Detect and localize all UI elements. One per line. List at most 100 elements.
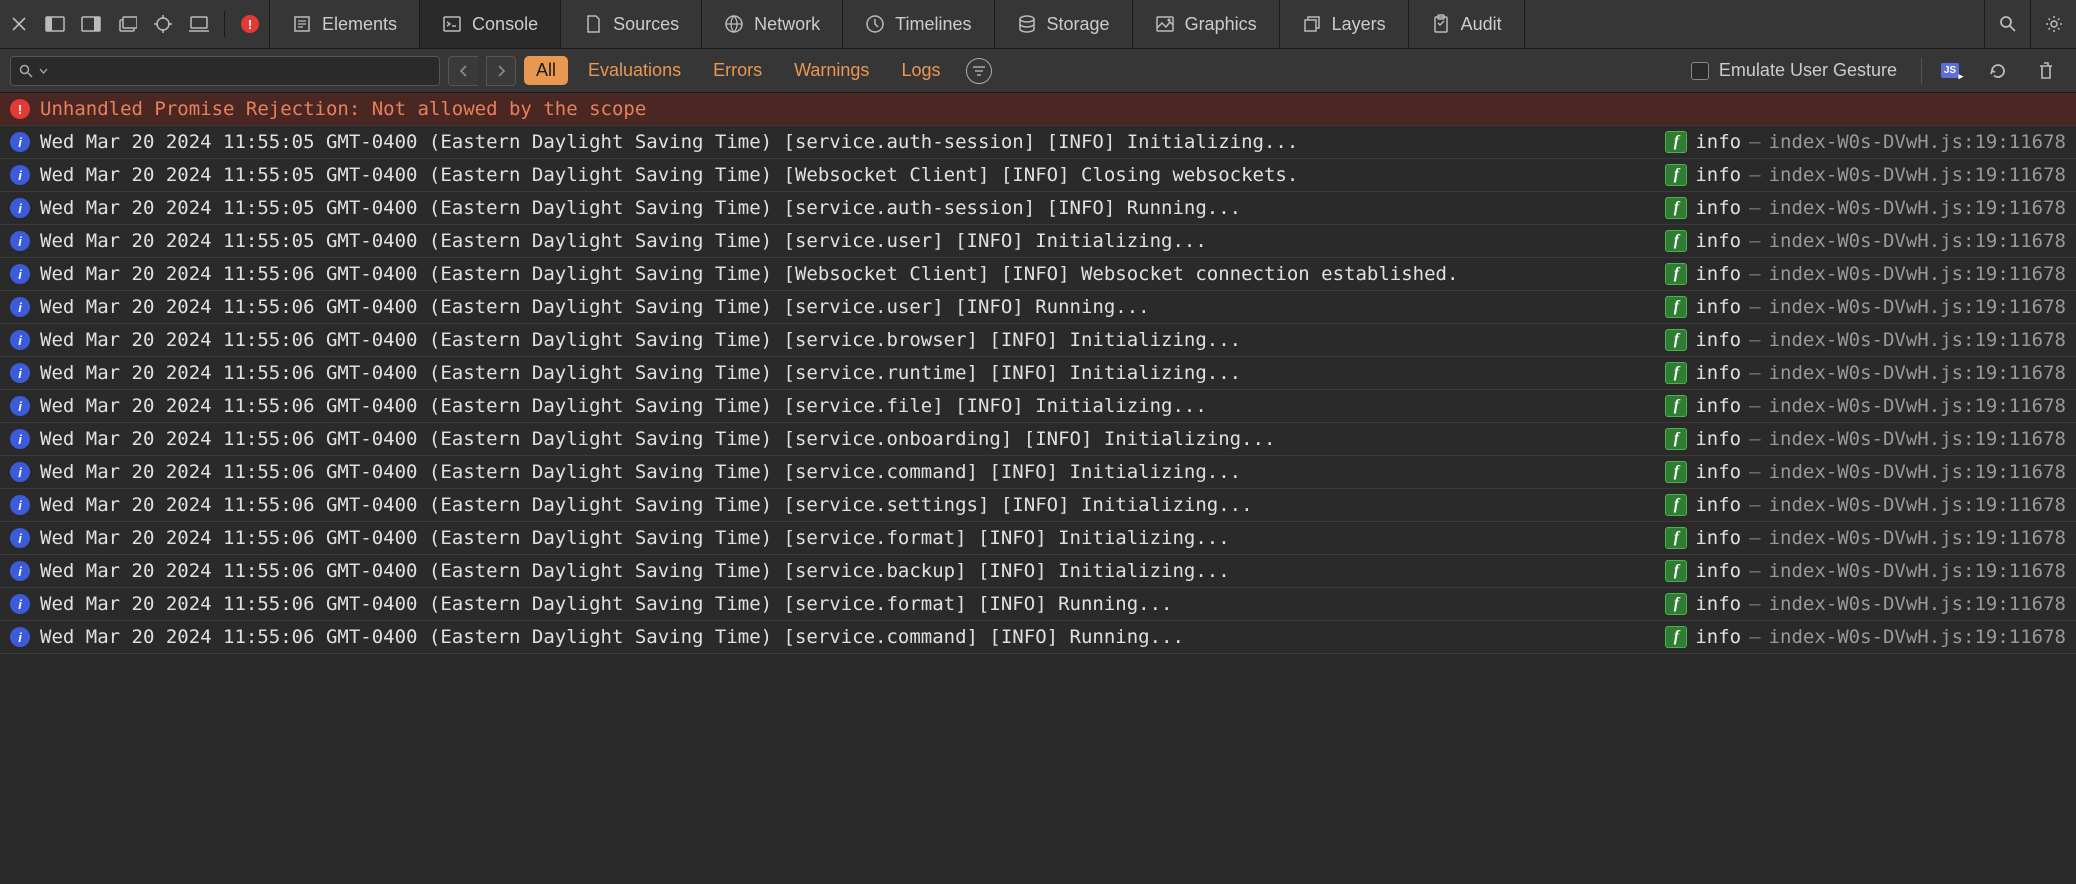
console-log-row[interactable]: iWed Mar 20 2024 11:55:06 GMT-0400 (East…: [0, 456, 2076, 489]
console-log-row[interactable]: iWed Mar 20 2024 11:55:06 GMT-0400 (East…: [0, 324, 2076, 357]
graphics-icon: [1155, 14, 1175, 34]
tab-timelines[interactable]: Timelines: [843, 0, 994, 48]
console-log-row[interactable]: i Wed Mar 20 2024 11:55:05 GMT-0400 (East…: [0, 126, 2076, 159]
emulate-user-gesture-toggle[interactable]: Emulate User Gesture: [1691, 60, 1897, 81]
function-badge-icon: f: [1665, 395, 1687, 417]
log-source-link[interactable]: index-W0s-DVwH.js:19:11678: [1769, 494, 2066, 516]
filter-search-input[interactable]: [10, 56, 440, 86]
tab-audit[interactable]: Audit: [1409, 0, 1525, 48]
log-source-link[interactable]: index-W0s-DVwH.js:19:11678: [1769, 461, 2066, 483]
info-icon: i: [10, 264, 30, 284]
settings-gear-icon[interactable]: [2030, 0, 2076, 48]
filter-warnings[interactable]: Warnings: [782, 56, 881, 85]
checkbox-icon[interactable]: [1691, 62, 1709, 80]
console-log-row[interactable]: iWed Mar 20 2024 11:55:05 GMT-0400 (East…: [0, 192, 2076, 225]
log-source-link[interactable]: index-W0s-DVwH.js:19:11678: [1769, 428, 2066, 450]
dash: —: [1749, 494, 1760, 516]
log-message: Wed Mar 20 2024 11:55:06 GMT-0400 (Easte…: [40, 395, 1665, 417]
console-log-row[interactable]: iWed Mar 20 2024 11:55:05 GMT-0400 (East…: [0, 225, 2076, 258]
log-source-link[interactable]: index-W0s-DVwH.js:19:11678: [1769, 197, 2066, 219]
console-log-row[interactable]: iWed Mar 20 2024 11:55:06 GMT-0400 (East…: [0, 423, 2076, 456]
filter-evaluations[interactable]: Evaluations: [576, 56, 693, 85]
dash: —: [1749, 197, 1760, 219]
detach-icon[interactable]: [116, 13, 138, 35]
filter-all[interactable]: All: [524, 56, 568, 85]
info-icon: i: [10, 363, 30, 383]
dock-right-icon[interactable]: [80, 13, 102, 35]
log-source-link[interactable]: index-W0s-DVwH.js:19:11678: [1769, 164, 2066, 186]
log-source-link[interactable]: index-W0s-DVwH.js:19:11678: [1769, 230, 2066, 252]
console-log-row[interactable]: iWed Mar 20 2024 11:55:06 GMT-0400 (East…: [0, 522, 2076, 555]
tab-graphics[interactable]: Graphics: [1133, 0, 1280, 48]
filter-logs[interactable]: Logs: [889, 56, 952, 85]
dash: —: [1749, 395, 1760, 417]
console-log-row[interactable]: iWed Mar 20 2024 11:55:06 GMT-0400 (East…: [0, 489, 2076, 522]
tab-sources[interactable]: Sources: [561, 0, 702, 48]
log-source-link[interactable]: index-W0s-DVwH.js:19:11678: [1769, 263, 2066, 285]
info-icon: i: [10, 594, 30, 614]
function-badge-icon: f: [1665, 560, 1687, 582]
console-log-row[interactable]: iWed Mar 20 2024 11:55:06 GMT-0400 (East…: [0, 621, 2076, 654]
log-message: Wed Mar 20 2024 11:55:06 GMT-0400 (Easte…: [40, 263, 1665, 285]
snippets-icon[interactable]: JS▸: [1936, 57, 1964, 85]
device-icon[interactable]: [188, 13, 210, 35]
log-source-area: finfo — index-W0s-DVwH.js:19:11678: [1665, 395, 2066, 417]
network-icon: [724, 14, 744, 34]
console-log-row[interactable]: iWed Mar 20 2024 11:55:06 GMT-0400 (East…: [0, 588, 2076, 621]
error-indicator-icon[interactable]: !: [239, 13, 261, 35]
search-icon[interactable]: [1984, 0, 2030, 48]
log-level: info: [1695, 494, 1741, 516]
tab-network[interactable]: Network: [702, 0, 843, 48]
log-level: info: [1695, 395, 1741, 417]
console-log-row[interactable]: iWed Mar 20 2024 11:55:06 GMT-0400 (East…: [0, 390, 2076, 423]
function-badge-icon: f: [1665, 329, 1687, 351]
more-filters-icon[interactable]: [966, 58, 992, 84]
tab-layers[interactable]: Layers: [1280, 0, 1409, 48]
console-log-row[interactable]: iWed Mar 20 2024 11:55:06 GMT-0400 (East…: [0, 291, 2076, 324]
log-source-link[interactable]: index-W0s-DVwH.js:19:11678: [1769, 395, 2066, 417]
log-source-area: finfo—index-W0s-DVwH.js:19:11678: [1665, 197, 2066, 219]
tab-label: Console: [472, 14, 538, 35]
function-badge-icon: f: [1665, 527, 1687, 549]
log-source-link[interactable]: index-W0s-DVwH.js:19:11678: [1769, 362, 2066, 384]
log-source-link[interactable]: index-W0s-DVwH.js:19:11678: [1769, 560, 2066, 582]
dash: —: [1749, 527, 1760, 549]
emulate-label: Emulate User Gesture: [1719, 60, 1897, 81]
tab-label: Layers: [1332, 14, 1386, 35]
console-log-row[interactable]: i Wed Mar 20 2024 11:55:06 GMT-0400 (East…: [0, 258, 2076, 291]
info-icon: i: [10, 132, 30, 152]
filter-errors[interactable]: Errors: [701, 56, 774, 85]
log-source-area: finfo—index-W0s-DVwH.js:19:11678: [1665, 593, 2066, 615]
log-source-link[interactable]: index-W0s-DVwH.js:19:11678: [1769, 593, 2066, 615]
log-source-link[interactable]: index-W0s-DVwH.js:19:11678: [1769, 329, 2066, 351]
function-badge-icon: f: [1665, 494, 1687, 516]
console-log-row[interactable]: iWed Mar 20 2024 11:55:06 GMT-0400 (East…: [0, 357, 2076, 390]
dock-left-icon[interactable]: [44, 13, 66, 35]
tab-elements[interactable]: Elements: [270, 0, 420, 48]
log-message: Wed Mar 20 2024 11:55:05 GMT-0400 (Easte…: [40, 197, 1665, 219]
info-icon: i: [10, 528, 30, 548]
log-source-link[interactable]: index-W0s-DVwH.js:19:11678: [1769, 626, 2066, 648]
log-message: Wed Mar 20 2024 11:55:05 GMT-0400 (Easte…: [40, 131, 1665, 153]
console-log-area[interactable]: ! Unhandled Promise Rejection: Not allow…: [0, 93, 2076, 884]
function-badge-icon: f: [1665, 263, 1687, 285]
console-log-row[interactable]: iWed Mar 20 2024 11:55:05 GMT-0400 (East…: [0, 159, 2076, 192]
function-badge-icon: f: [1665, 197, 1687, 219]
log-source-link[interactable]: index-W0s-DVwH.js:19:11678: [1769, 131, 2066, 153]
clear-console-icon[interactable]: [2032, 57, 2060, 85]
reload-icon[interactable]: [1984, 57, 2012, 85]
log-level: info: [1695, 131, 1741, 153]
log-source-link[interactable]: index-W0s-DVwH.js:19:11678: [1769, 296, 2066, 318]
close-icon[interactable]: [8, 13, 30, 35]
target-icon[interactable]: [152, 13, 174, 35]
prev-match-button[interactable]: [448, 56, 478, 86]
dash: —: [1749, 428, 1760, 450]
tab-storage[interactable]: Storage: [995, 0, 1133, 48]
console-log-row[interactable]: iWed Mar 20 2024 11:55:06 GMT-0400 (East…: [0, 555, 2076, 588]
tab-console[interactable]: Console: [420, 0, 561, 48]
log-level: info: [1695, 263, 1741, 285]
console-error-row[interactable]: ! Unhandled Promise Rejection: Not allow…: [0, 93, 2076, 126]
next-match-button[interactable]: [486, 56, 516, 86]
log-source-link[interactable]: index-W0s-DVwH.js:19:11678: [1769, 527, 2066, 549]
log-source-area: finfo—index-W0s-DVwH.js:19:11678: [1665, 527, 2066, 549]
